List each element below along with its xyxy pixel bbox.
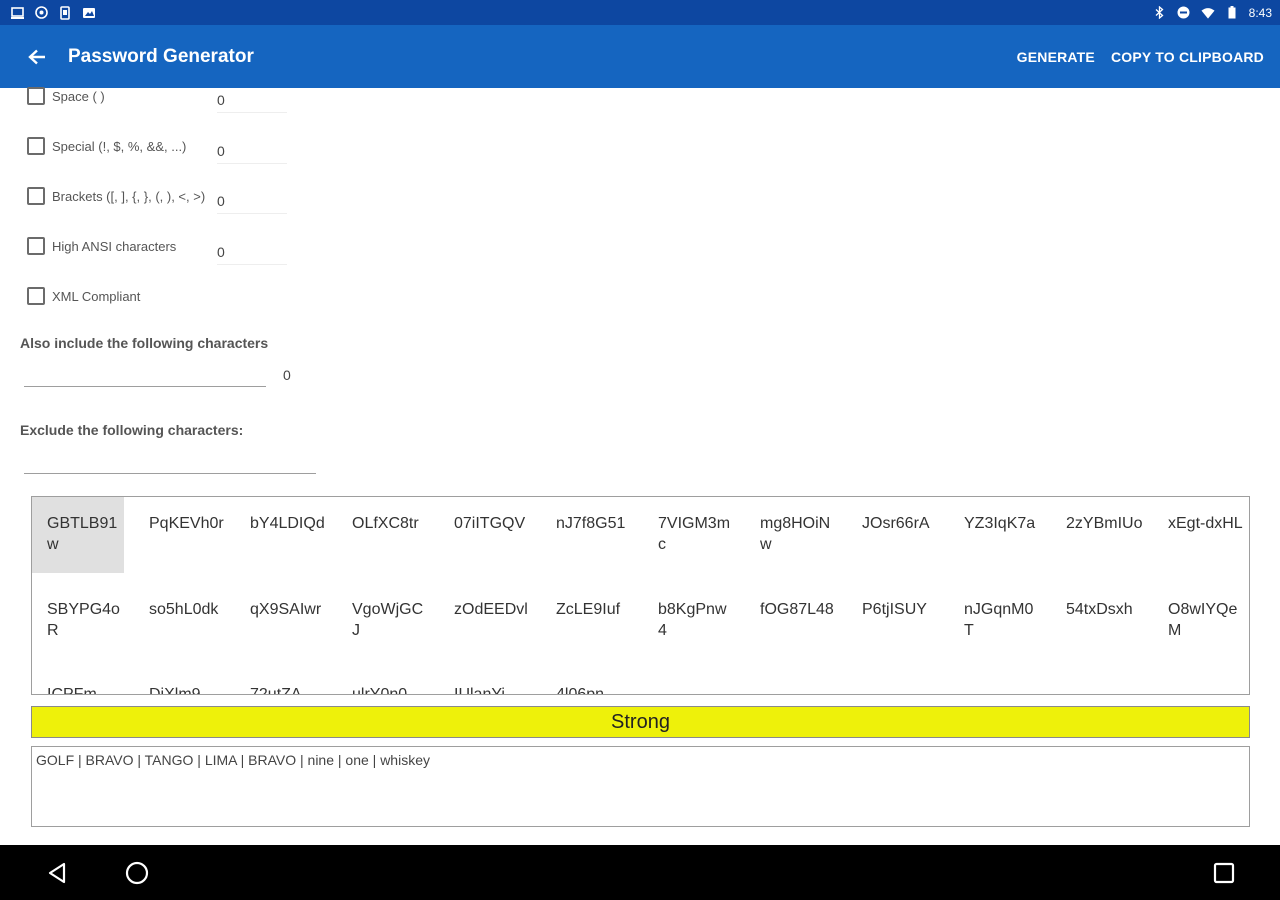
space-count-field[interactable]: 0 (217, 87, 287, 113)
strength-indicator: Strong (31, 706, 1250, 738)
xml-compliant-checkbox[interactable] (27, 287, 45, 305)
option-brackets[interactable]: Brackets ([, ], {, }, (, ), <, >) (27, 187, 205, 205)
password-cell[interactable]: nJ7f8G51 (541, 497, 633, 573)
password-cell[interactable]: so5hL0dk (134, 583, 226, 659)
include-characters-label: Also include the following characters (20, 335, 269, 351)
password-cell[interactable]: PqKEVh0r (134, 497, 226, 573)
password-grid[interactable]: GBTLB91w PqKEVh0r bY4LDIQd OLfXC8tr 07iI… (31, 496, 1250, 695)
navigation-bar (0, 845, 1280, 900)
wifi-icon (1201, 6, 1215, 20)
back-button[interactable] (0, 25, 74, 88)
exclude-characters-input[interactable] (24, 454, 316, 474)
phone-icon (58, 5, 72, 20)
app-bar: Password Generator GENERATE COPY TO CLIP… (0, 25, 1280, 88)
password-cell[interactable]: VgoWjGCJ (337, 583, 429, 659)
settings-icon (34, 6, 48, 20)
password-cell[interactable]: 07iITGQV (439, 497, 531, 573)
password-cell[interactable]: P6tjISUY (847, 583, 939, 659)
include-characters-count: 0 (283, 367, 291, 383)
high-ansi-count-field[interactable]: 0 (217, 239, 287, 265)
password-cell[interactable]: SBYPG4oR (32, 583, 124, 659)
triangle-back-icon (48, 862, 66, 883)
option-label: Space ( ) (52, 88, 105, 104)
option-label: Brackets ([, ], {, }, (, ), <, >) (52, 188, 206, 204)
password-cell[interactable]: xEgt-dxHL (1153, 497, 1245, 573)
password-cell[interactable]: bY4LDIQd (235, 497, 327, 573)
option-label: High ANSI characters (52, 238, 177, 254)
option-label: XML Compliant (52, 288, 141, 304)
password-cell[interactable]: b8KgPnw4 (643, 583, 735, 659)
space-checkbox[interactable] (27, 87, 45, 105)
brackets-count-field[interactable]: 0 (217, 188, 287, 214)
include-characters-input[interactable] (24, 367, 266, 387)
bluetooth-icon (1153, 6, 1167, 20)
high-ansi-checkbox[interactable] (27, 237, 45, 255)
option-high-ansi[interactable]: High ANSI characters (27, 237, 176, 255)
do-not-disturb-icon (1177, 6, 1191, 20)
password-cell[interactable]: GBTLB91w (32, 497, 124, 573)
password-cell[interactable]: 54txDsxh (1051, 583, 1143, 659)
special-count-field[interactable]: 0 (217, 138, 287, 164)
nav-recents-button[interactable] (1194, 845, 1254, 900)
nav-back-button[interactable] (27, 845, 87, 900)
password-cell[interactable]: ICPFm (32, 668, 124, 694)
special-checkbox[interactable] (27, 137, 45, 155)
generate-button[interactable]: GENERATE (1017, 49, 1095, 65)
password-cell[interactable]: nJGqnM0T (949, 583, 1041, 659)
screen-icon (10, 6, 24, 20)
password-cell[interactable]: 4l06pn (541, 668, 633, 694)
page-title: Password Generator (68, 45, 254, 67)
phonetic-spelling: GOLF | BRAVO | TANGO | LIMA | BRAVO | ni… (31, 746, 1250, 827)
option-space[interactable]: Space ( ) (27, 87, 105, 105)
password-cell[interactable]: 7VIGM3mc (643, 497, 735, 573)
option-special[interactable]: Special (!, $, %, &&, ...) (27, 137, 186, 155)
brackets-checkbox[interactable] (27, 187, 45, 205)
status-notifications (10, 5, 96, 20)
status-time: 8:43 (1248, 5, 1272, 20)
password-cell[interactable]: 72utZA (235, 668, 327, 694)
password-cell[interactable]: 2zYBmIUo (1051, 497, 1143, 573)
password-cell[interactable]: JOsr66rA (847, 497, 939, 573)
battery-icon (1225, 6, 1239, 20)
password-cell[interactable]: ulrY0n0 (337, 668, 429, 694)
option-label: Special (!, $, %, &&, ...) (52, 138, 187, 154)
nav-home-button[interactable] (107, 845, 167, 900)
password-cell[interactable]: YZ3IqK7a (949, 497, 1041, 573)
password-cell[interactable]: qX9SAIwr (235, 583, 327, 659)
password-cell[interactable]: mg8HOiNw (745, 497, 837, 573)
photo-icon (82, 6, 96, 20)
status-system: 8:43 (1153, 6, 1272, 20)
password-cell[interactable]: OLfXC8tr (337, 497, 429, 573)
password-cell[interactable]: O8wIYQeM (1153, 583, 1245, 659)
square-recents-icon (1213, 862, 1235, 883)
option-xml-compliant[interactable]: XML Compliant (27, 287, 140, 305)
exclude-characters-label: Exclude the following characters: (20, 422, 244, 438)
status-bar: 8:43 (0, 0, 1280, 25)
password-cell[interactable]: IUlanYi (439, 668, 531, 694)
password-cell[interactable]: DiXlm9 (134, 668, 226, 694)
password-cell[interactable]: zOdEEDvl (439, 583, 531, 659)
password-cell[interactable]: ZcLE9Iuf (541, 583, 633, 659)
circle-home-icon (125, 861, 149, 884)
copy-to-clipboard-button[interactable]: COPY TO CLIPBOARD (1111, 49, 1264, 65)
back-arrow-icon (28, 49, 45, 64)
password-cell[interactable]: fOG87L48 (745, 583, 837, 659)
